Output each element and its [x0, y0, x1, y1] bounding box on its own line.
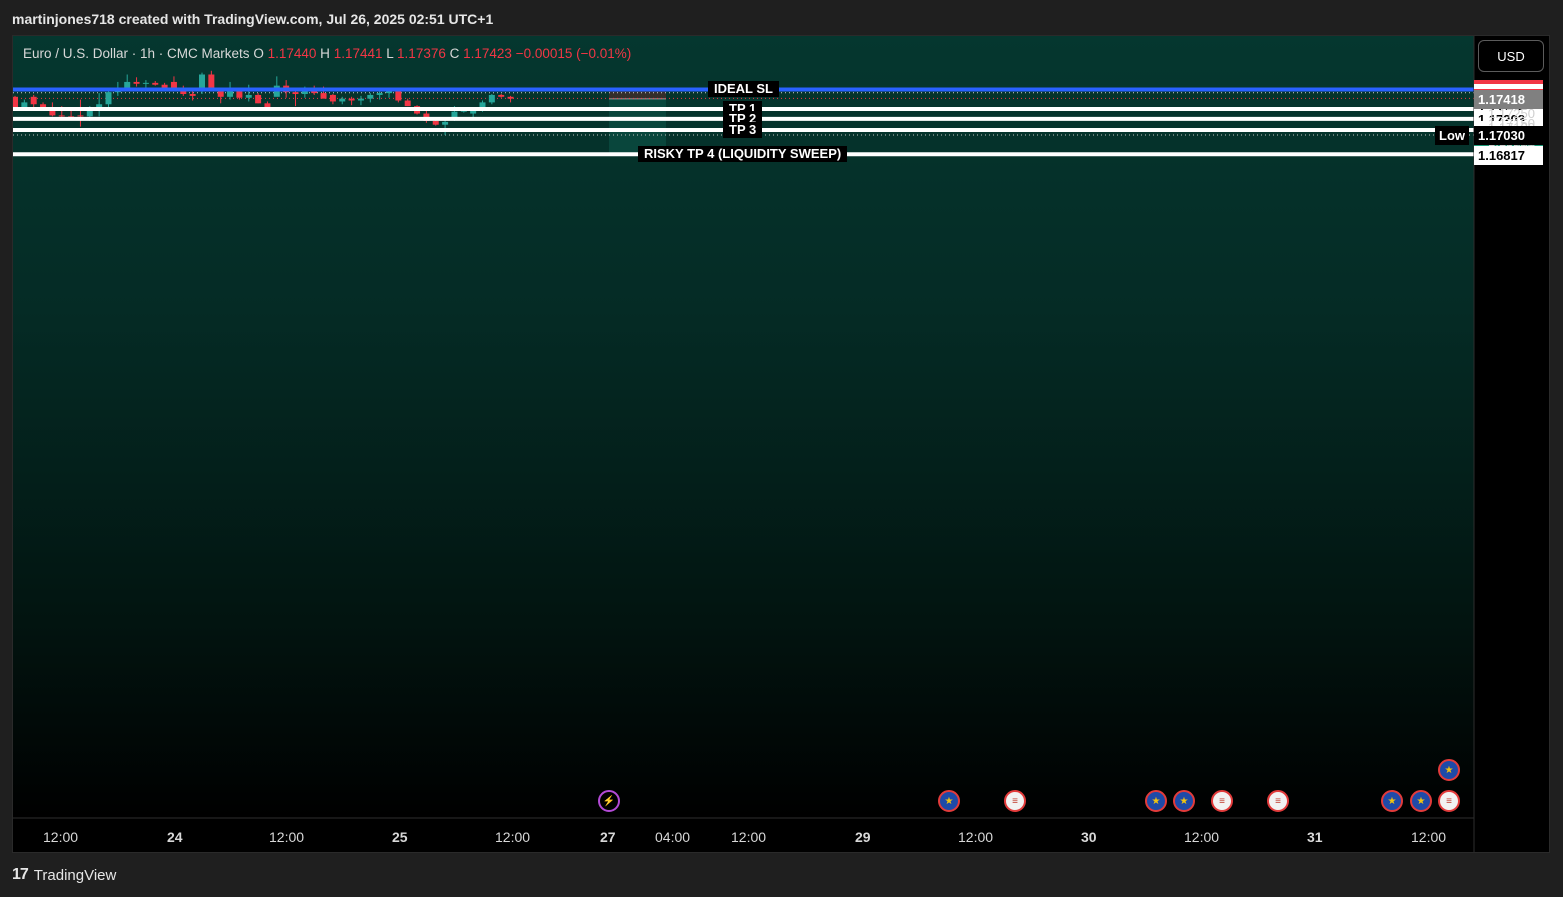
eu-flag-event-icon[interactable]: ★ — [1173, 790, 1195, 812]
footer: 17 TradingView — [12, 866, 116, 884]
candle-body — [404, 100, 411, 107]
candle-body — [264, 103, 271, 108]
candle-body — [105, 92, 112, 105]
eu-flag-event-icon[interactable]: ★ — [1145, 790, 1167, 812]
candle-body — [488, 94, 495, 103]
candle-body — [357, 98, 364, 101]
x-axis-tick: 12:00 — [1184, 829, 1220, 845]
x-axis-tick: 12:00 — [958, 829, 994, 845]
candle-body — [255, 94, 262, 104]
candle-body — [77, 115, 84, 117]
legend-open-label: O — [253, 46, 264, 61]
legend-symbol: Euro / U.S. Dollar · 1h · CMC Markets — [23, 46, 250, 61]
candle-body — [376, 93, 383, 95]
legend-low: 1.17376 — [397, 46, 446, 61]
x-axis-tick: 30 — [1081, 829, 1097, 845]
candle-body — [142, 82, 149, 84]
candle-body — [507, 96, 514, 99]
flash-event-icon[interactable]: ⚡ — [598, 790, 620, 812]
candle-body — [199, 74, 205, 90]
eu-flag-event-icon[interactable]: ★ — [938, 790, 960, 812]
candle-body — [245, 94, 252, 98]
candle-body — [301, 91, 308, 95]
candle-body — [227, 91, 234, 97]
level-label: RISKY TP 4 (LIQUIDITY SWEEP) — [638, 146, 848, 163]
legend-open: 1.17440 — [267, 46, 317, 61]
candle-body — [329, 94, 336, 102]
x-axis-tick: 29 — [855, 829, 871, 845]
candle-body — [470, 110, 477, 114]
tradingview-logo-icon: 17 — [12, 866, 29, 883]
legend-close-label: C — [449, 46, 460, 61]
candle-body — [367, 94, 374, 99]
x-axis-tick: 12:00 — [43, 829, 79, 845]
candle-body — [348, 98, 355, 101]
candle-body — [189, 94, 196, 96]
candle-body — [58, 115, 65, 117]
candle-body — [133, 81, 140, 84]
top-bar: martinjones718 created with TradingView.… — [0, 0, 1563, 36]
x-axis-tick: 12:00 — [495, 829, 531, 845]
eu-flag-event-icon[interactable]: ★ — [1410, 790, 1432, 812]
us-flag-event-icon[interactable]: ≡ — [1267, 790, 1289, 812]
candle-body — [311, 91, 318, 94]
x-axis-tick: 12:00 — [731, 829, 767, 845]
low-label: Low — [1435, 125, 1469, 145]
x-axis-tick: 31 — [1307, 829, 1323, 845]
level-label: IDEAL SL — [708, 81, 779, 98]
price-tag: 1.16817 — [1474, 145, 1543, 165]
symbol-legend: Euro / U.S. Dollar · 1h · CMC Markets O … — [23, 46, 631, 61]
x-axis-tick: 27 — [600, 829, 616, 845]
level-label: TP 3 — [723, 122, 763, 138]
candle-body — [152, 82, 159, 85]
candle-body — [498, 94, 505, 97]
legend-low-label: L — [386, 46, 394, 61]
price-tag: 1.17418 — [1474, 89, 1543, 109]
legend-close: 1.17423 — [463, 46, 512, 61]
currency-button[interactable]: USD — [1478, 40, 1544, 72]
legend-high: 1.17441 — [333, 46, 383, 61]
candle-body — [432, 120, 439, 125]
legend-high-label: H — [320, 46, 330, 61]
candle-body — [442, 121, 449, 125]
candle-body — [320, 93, 327, 99]
eu-flag-event-icon[interactable]: ★ — [1438, 759, 1460, 781]
x-axis-tick: 24 — [167, 829, 183, 845]
x-axis-tick: 12:00 — [269, 829, 305, 845]
candle-body — [30, 96, 37, 105]
eu-flag-event-icon[interactable]: ★ — [1381, 790, 1403, 812]
chart-frame[interactable]: Euro / U.S. Dollar · 1h · CMC Markets O … — [12, 35, 1550, 853]
x-axis-tick: 04:00 — [655, 829, 691, 845]
candle-body — [236, 91, 243, 98]
x-axis-tick: 12:00 — [1411, 829, 1447, 845]
x-axis-tick: 25 — [392, 829, 408, 845]
candle-body — [339, 98, 346, 102]
chart-caption: martinjones718 created with TradingView.… — [12, 11, 494, 27]
us-flag-event-icon[interactable]: ≡ — [1004, 790, 1026, 812]
candle-body — [292, 92, 299, 95]
footer-brand: TradingView — [33, 866, 117, 884]
us-flag-event-icon[interactable]: ≡ — [1438, 790, 1460, 812]
legend-change: −0.00015 (−0.01%) — [515, 46, 632, 61]
us-flag-event-icon[interactable]: ≡ — [1211, 790, 1233, 812]
low-price-tag: 1.17030 — [1474, 125, 1543, 145]
